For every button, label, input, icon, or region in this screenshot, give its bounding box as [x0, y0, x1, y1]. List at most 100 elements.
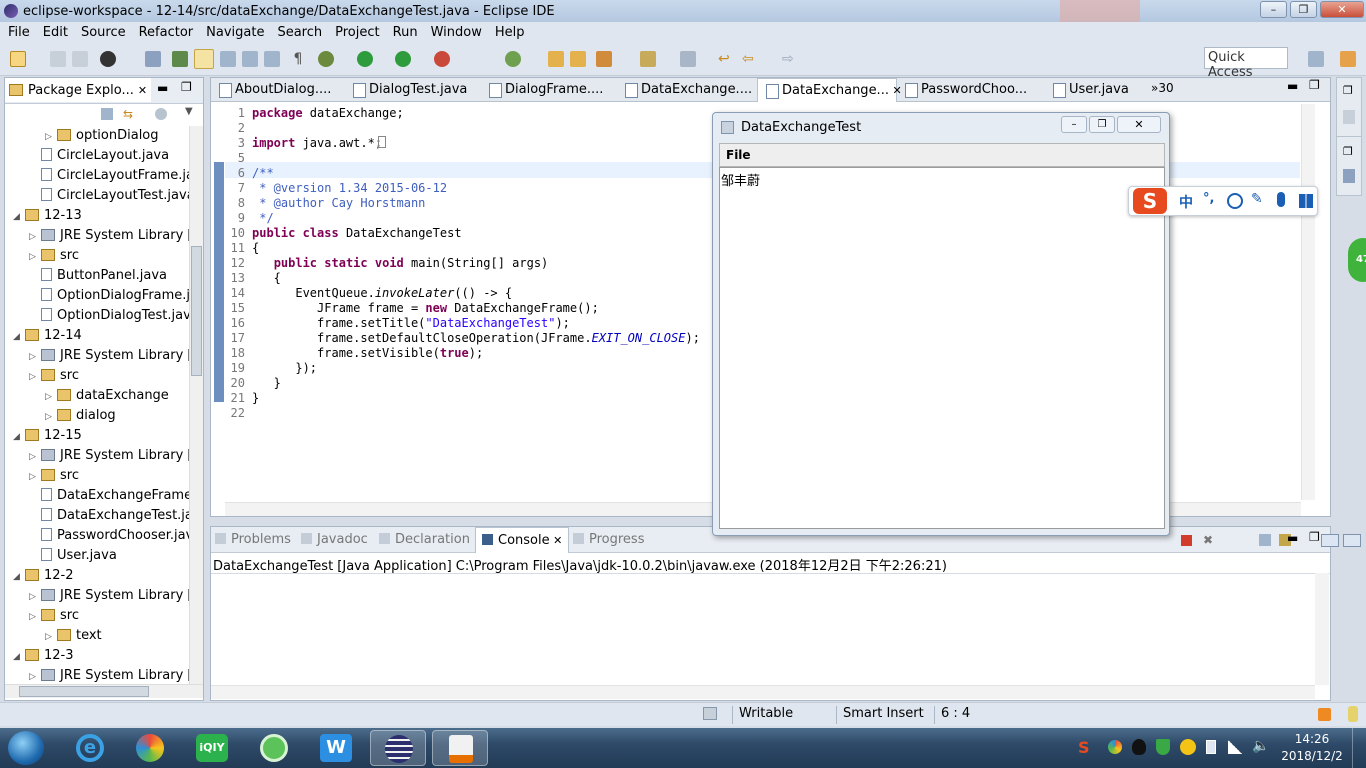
maximize-console-icon[interactable]: ❐ — [1309, 530, 1320, 544]
minimize-view-icon[interactable]: ▬ — [157, 81, 168, 95]
collapsed-arrow-icon[interactable]: ▷ — [29, 347, 41, 366]
expanded-arrow-icon[interactable]: ◢ — [13, 327, 25, 346]
filter-icon[interactable] — [155, 108, 167, 120]
tree-item[interactable]: ◢ 12-3 — [13, 646, 74, 666]
remove-launch-icon[interactable]: ✖ — [1203, 533, 1213, 547]
code-line[interactable]: */ — [252, 211, 273, 225]
editor-tab[interactable]: PasswordChoo... — [897, 78, 1045, 102]
tab-problems[interactable]: Problems — [215, 527, 291, 553]
minimize-button[interactable]: – — [1260, 1, 1287, 18]
close-icon[interactable]: ✕ — [138, 84, 147, 97]
pin-console-icon[interactable] — [1343, 534, 1361, 547]
code-line[interactable]: }); — [252, 361, 317, 375]
code-line[interactable]: /** — [252, 166, 274, 180]
tab-declaration[interactable]: Declaration — [379, 527, 470, 553]
tree-item[interactable]: ▷ JRE System Library [Ja — [29, 446, 189, 466]
coverage-icon[interactable] — [395, 51, 411, 67]
minimize-editor-icon[interactable]: ▬ — [1287, 79, 1298, 93]
tree-item[interactable]: ▷ JRE System Library [Ja — [29, 666, 189, 684]
tray-security-icon[interactable] — [1156, 739, 1170, 755]
tree-item[interactable]: CircleLayout.java — [29, 146, 169, 166]
code-line[interactable]: frame.setVisible(true); — [252, 346, 483, 360]
search-icon[interactable] — [596, 51, 612, 67]
expanded-arrow-icon[interactable]: ◢ — [13, 647, 25, 666]
tree-item[interactable]: CircleLayoutTest.java — [29, 186, 189, 206]
taskbar-wps-icon[interactable]: W — [308, 730, 364, 766]
collapsed-arrow-icon[interactable]: ▷ — [29, 587, 41, 606]
collapsed-arrow-icon[interactable]: ▷ — [29, 227, 41, 246]
open-resource-icon[interactable] — [570, 51, 586, 67]
clear-console-icon[interactable] — [1259, 534, 1271, 546]
tree-item[interactable]: ◢ 12-15 — [13, 426, 82, 446]
ime-mode-chinese[interactable]: 中 — [1179, 192, 1193, 212]
tree-vertical-scrollbar[interactable] — [189, 126, 203, 684]
console-horizontal-scrollbar[interactable] — [211, 685, 1315, 699]
tree-hscroll-thumb[interactable] — [19, 686, 149, 697]
tray-browser-icon[interactable] — [1108, 740, 1122, 754]
console-vertical-scrollbar[interactable] — [1315, 573, 1329, 685]
tab-javadoc[interactable]: Javadoc — [301, 527, 368, 553]
collapsed-arrow-icon[interactable]: ▷ — [29, 467, 41, 486]
prev-annotation-icon[interactable] — [680, 51, 696, 67]
open-type-icon[interactable] — [548, 51, 564, 67]
tree-item[interactable]: CircleLayoutFrame.jav — [29, 166, 189, 186]
maximize-view-icon[interactable]: ❐ — [181, 80, 192, 94]
tree-item[interactable]: DataExchangeTest.jav — [29, 506, 189, 526]
editor-tab[interactable]: DataExchange... ✕ — [757, 78, 902, 102]
tree-item[interactable]: ButtonPanel.java — [29, 266, 167, 286]
forward-icon[interactable]: ⇨ — [782, 51, 798, 67]
hierarchy-icon[interactable] — [1343, 169, 1355, 183]
code-line[interactable]: { — [252, 241, 259, 255]
code-line[interactable]: frame.setTitle("DataExchangeTest"); — [252, 316, 570, 330]
tree-horizontal-scrollbar[interactable] — [5, 684, 203, 698]
back-icon[interactable]: ⇦ — [742, 51, 758, 67]
collapsed-arrow-icon[interactable]: ▷ — [45, 127, 57, 146]
tree-item[interactable]: ▷ src — [29, 366, 79, 386]
collapsed-arrow-icon[interactable]: ▷ — [29, 607, 41, 626]
tree-item[interactable]: ▷ src — [29, 606, 79, 626]
tray-sogou-icon[interactable]: S — [1078, 738, 1090, 757]
tray-qq-icon[interactable] — [1132, 739, 1146, 755]
save-icon[interactable] — [50, 51, 66, 67]
last-edit-icon[interactable]: ↩ — [718, 51, 734, 67]
tab-overflow-indicator[interactable]: »30 — [1151, 81, 1174, 95]
tree-item[interactable]: OptionDialogTest.java — [29, 306, 189, 326]
tray-network-icon[interactable] — [1228, 740, 1242, 754]
editor-tab[interactable]: DialogTest.java — [345, 78, 481, 102]
annotation-icon[interactable] — [242, 51, 258, 67]
taskbar-ie-icon[interactable]: e — [62, 730, 118, 766]
clock-date[interactable]: 2018/12/2 — [1276, 749, 1348, 763]
code-line[interactable]: } — [252, 391, 259, 405]
new-java-project-icon[interactable] — [505, 51, 521, 67]
taskbar-sync-icon[interactable] — [246, 730, 302, 766]
editor-tab[interactable]: DataExchange.... — [617, 78, 757, 102]
emoji-icon[interactable] — [1227, 193, 1243, 209]
menu-file[interactable]: File — [8, 25, 30, 40]
collapsed-arrow-icon[interactable]: ▷ — [45, 387, 57, 406]
code-line[interactable]: { — [252, 271, 281, 285]
speed-badge[interactable]: 47 — [1348, 238, 1366, 282]
editor-vertical-scrollbar[interactable] — [1301, 104, 1315, 500]
pilcrow-icon[interactable]: ¶ — [290, 51, 306, 67]
tab-package-explorer[interactable]: Package Explo... ✕ — [5, 78, 152, 102]
tab-progress[interactable]: Progress — [573, 527, 644, 553]
menu-source[interactable]: Source — [81, 25, 126, 40]
tree-item[interactable]: ◢ 12-14 — [13, 326, 82, 346]
minimize-console-icon[interactable]: ▬ — [1287, 531, 1298, 545]
rss-icon[interactable] — [1318, 708, 1331, 721]
expanded-arrow-icon[interactable]: ◢ — [13, 207, 25, 226]
run-icon[interactable] — [357, 51, 373, 67]
code-line[interactable]: } — [252, 376, 281, 390]
ime-punctuation[interactable]: °, — [1203, 191, 1214, 206]
toolbox-icon[interactable] — [1299, 194, 1313, 208]
tree-item[interactable]: DataExchangeFrame.ja — [29, 486, 189, 506]
save-all-icon[interactable] — [72, 51, 88, 67]
show-whitespace-icon[interactable] — [264, 51, 280, 67]
dialog-text-area[interactable]: 邹丰蔚 — [719, 167, 1165, 529]
tree-item[interactable]: ▷ optionDialog — [45, 126, 159, 146]
mark-occurrences-icon[interactable] — [194, 49, 214, 69]
editor-tab[interactable]: AboutDialog.... — [211, 78, 345, 102]
code-line[interactable]: EventQueue.invokeLater(() -> { — [252, 286, 512, 300]
tip-icon[interactable] — [1348, 706, 1358, 722]
code-line[interactable]: * @version 1.34 2015-06-12 — [252, 181, 447, 195]
